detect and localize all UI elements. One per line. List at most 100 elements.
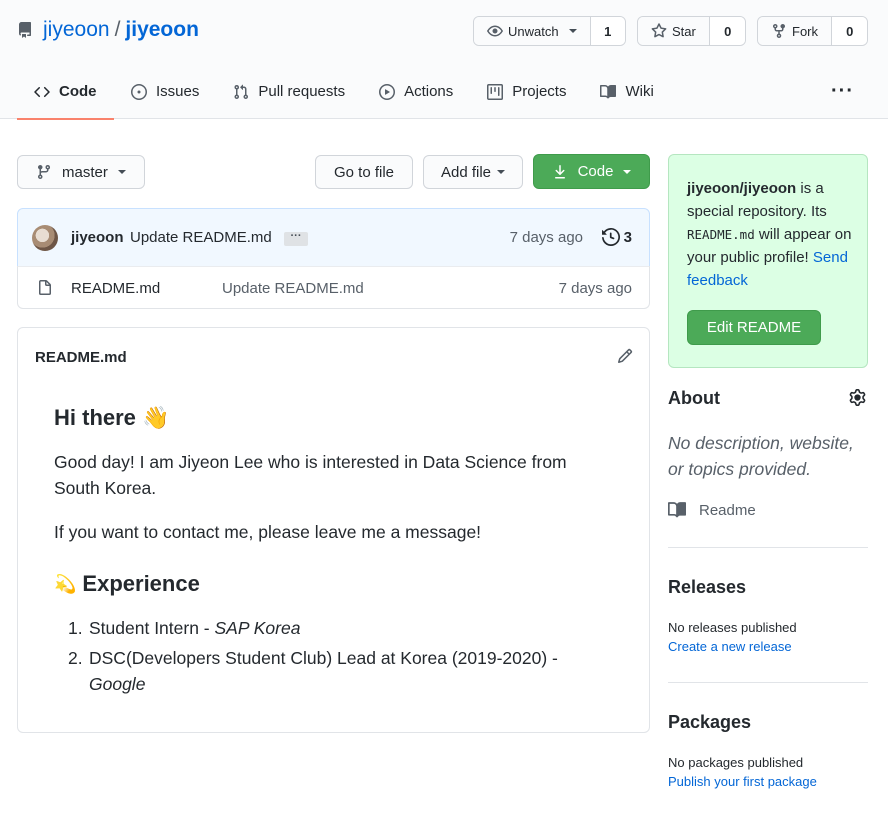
pencil-icon[interactable]: [617, 348, 633, 367]
star-label: Star: [672, 23, 696, 39]
profile-readme-notice: jiyeoon/jiyeoon is a special repository.…: [668, 154, 868, 368]
file-name-link[interactable]: README.md: [71, 280, 160, 297]
tab-actions[interactable]: Actions: [362, 64, 470, 119]
about-description: No description, website, or topics provi…: [668, 433, 854, 479]
repo-icon: [17, 22, 33, 38]
play-icon: [379, 83, 396, 100]
list-number: 1.: [68, 618, 83, 638]
readme-heading: Hi there 👋: [54, 405, 170, 430]
chevron-down-icon: [568, 29, 577, 33]
star-icon: [651, 23, 667, 38]
watchers-count[interactable]: 1: [590, 17, 625, 45]
chevron-down-icon: [623, 169, 632, 174]
repo-owner-link[interactable]: jiyeoon: [43, 18, 110, 42]
readme-paragraph: Good day! I am Jiyeon Lee who is interes…: [54, 452, 567, 498]
tab-issues[interactable]: Issues: [114, 64, 216, 119]
branch-icon: [37, 165, 50, 180]
unwatch-button-group: Unwatch 1: [473, 16, 626, 46]
gear-icon[interactable]: [849, 389, 866, 409]
fork-icon: [773, 24, 785, 39]
file-row: README.md Update README.md 7 days ago: [17, 266, 650, 309]
stars-count[interactable]: 0: [710, 17, 745, 45]
repo-separator: /: [114, 18, 121, 41]
code-icon: [34, 86, 50, 97]
commit-count: 3: [623, 228, 632, 246]
avatar[interactable]: [32, 225, 58, 251]
notice-text: jiyeoon/jiyeoon is a special repository.…: [687, 177, 857, 292]
repo-title: jiyeoon / jiyeoon: [17, 16, 199, 44]
tab-pull-requests-label: Pull requests: [258, 83, 346, 100]
experience-list: 1. Student Intern - SAP Korea 2. DSC(Dev…: [68, 615, 588, 701]
readme-panel: README.md Hi there 👋 Good day! I am Jiye…: [17, 327, 650, 733]
tab-pull-requests[interactable]: Pull requests: [216, 64, 362, 119]
file-icon: [37, 280, 53, 299]
eye-icon: [487, 25, 503, 37]
tab-code[interactable]: Code: [17, 64, 114, 120]
readme-link-label: Readme: [699, 501, 756, 519]
tab-code-label: Code: [59, 83, 97, 100]
project-icon: [487, 83, 504, 100]
tab-actions-label: Actions: [404, 83, 454, 100]
readme-title[interactable]: README.md: [35, 349, 127, 366]
tab-projects[interactable]: Projects: [470, 64, 583, 119]
list-number: 2.: [68, 648, 83, 668]
file-commit-time: 7 days ago: [558, 280, 632, 297]
list-company: SAP Korea: [214, 618, 301, 638]
chevron-down-icon: [117, 170, 126, 174]
repo-nav: Code Issues Pull requests Actions Projec…: [17, 64, 671, 120]
tab-issues-label: Issues: [156, 83, 200, 100]
forks-count[interactable]: 0: [832, 17, 867, 45]
commit-expand-button[interactable]: ···: [284, 231, 308, 246]
releases-heading[interactable]: Releases: [668, 577, 746, 598]
add-file-label: Add file: [440, 163, 492, 181]
releases-status: No releases published: [668, 620, 797, 635]
commit-author-link[interactable]: jiyeoon: [71, 229, 124, 246]
repo-name-link[interactable]: jiyeoon: [125, 18, 199, 42]
branch-name: master: [62, 163, 108, 181]
divider: [668, 547, 868, 548]
list-text: DSC(Developers Student Club) Lead at Kor…: [89, 648, 558, 668]
code-button-label: Code: [577, 163, 614, 180]
edit-readme-button[interactable]: Edit README: [687, 310, 821, 345]
unwatch-button[interactable]: Unwatch: [474, 17, 591, 45]
list-company: Google: [89, 674, 146, 694]
star-button-group: Star 0: [637, 16, 746, 46]
list-item: 2. DSC(Developers Student Club) Lead at …: [68, 645, 588, 697]
packages-heading[interactable]: Packages: [668, 712, 751, 733]
fork-label: Fork: [792, 23, 818, 39]
file-commit-message-link[interactable]: Update README.md: [222, 280, 364, 297]
add-file-button[interactable]: Add file: [423, 155, 523, 189]
download-icon: [554, 164, 565, 178]
tab-wiki-label: Wiki: [625, 83, 654, 100]
readme-paragraph: If you want to contact me, please leave …: [54, 522, 482, 542]
tab-wiki[interactable]: Wiki: [583, 64, 670, 119]
experience-heading: Experience: [82, 571, 200, 596]
star-button[interactable]: Star: [638, 17, 711, 45]
readme-subheading: 💫 Experience: [54, 571, 200, 597]
fork-button-group: Fork 0: [757, 16, 868, 46]
packages-status: No packages published: [668, 755, 804, 770]
latest-commit-bar: jiyeoon Update README.md ··· 7 days ago …: [17, 208, 650, 267]
book-icon: [600, 84, 617, 98]
commit-time: 7 days ago: [509, 229, 583, 246]
about-heading: About: [668, 388, 720, 408]
book-icon: [668, 502, 686, 518]
list-text: Student Intern -: [89, 618, 215, 638]
commit-history-link[interactable]: 3: [601, 228, 632, 246]
chevron-down-icon: [497, 170, 506, 174]
go-to-file-button[interactable]: Go to file: [315, 155, 413, 189]
readme-link[interactable]: Readme: [668, 501, 756, 519]
tab-projects-label: Projects: [512, 83, 567, 100]
code-download-button[interactable]: Code: [533, 154, 650, 189]
dizzy-emoji-icon: 💫: [54, 573, 77, 594]
notice-code: README.md: [687, 227, 755, 242]
divider: [668, 682, 868, 683]
more-menu-icon[interactable]: ···: [831, 80, 854, 103]
pull-request-icon: [234, 84, 249, 99]
create-release-link[interactable]: Create a new release: [668, 639, 792, 654]
fork-button[interactable]: Fork: [758, 17, 833, 45]
history-icon: [601, 228, 620, 246]
commit-message-link[interactable]: Update README.md: [130, 229, 272, 246]
branch-select[interactable]: master: [17, 155, 145, 189]
publish-package-link[interactable]: Publish your first package: [668, 774, 817, 789]
